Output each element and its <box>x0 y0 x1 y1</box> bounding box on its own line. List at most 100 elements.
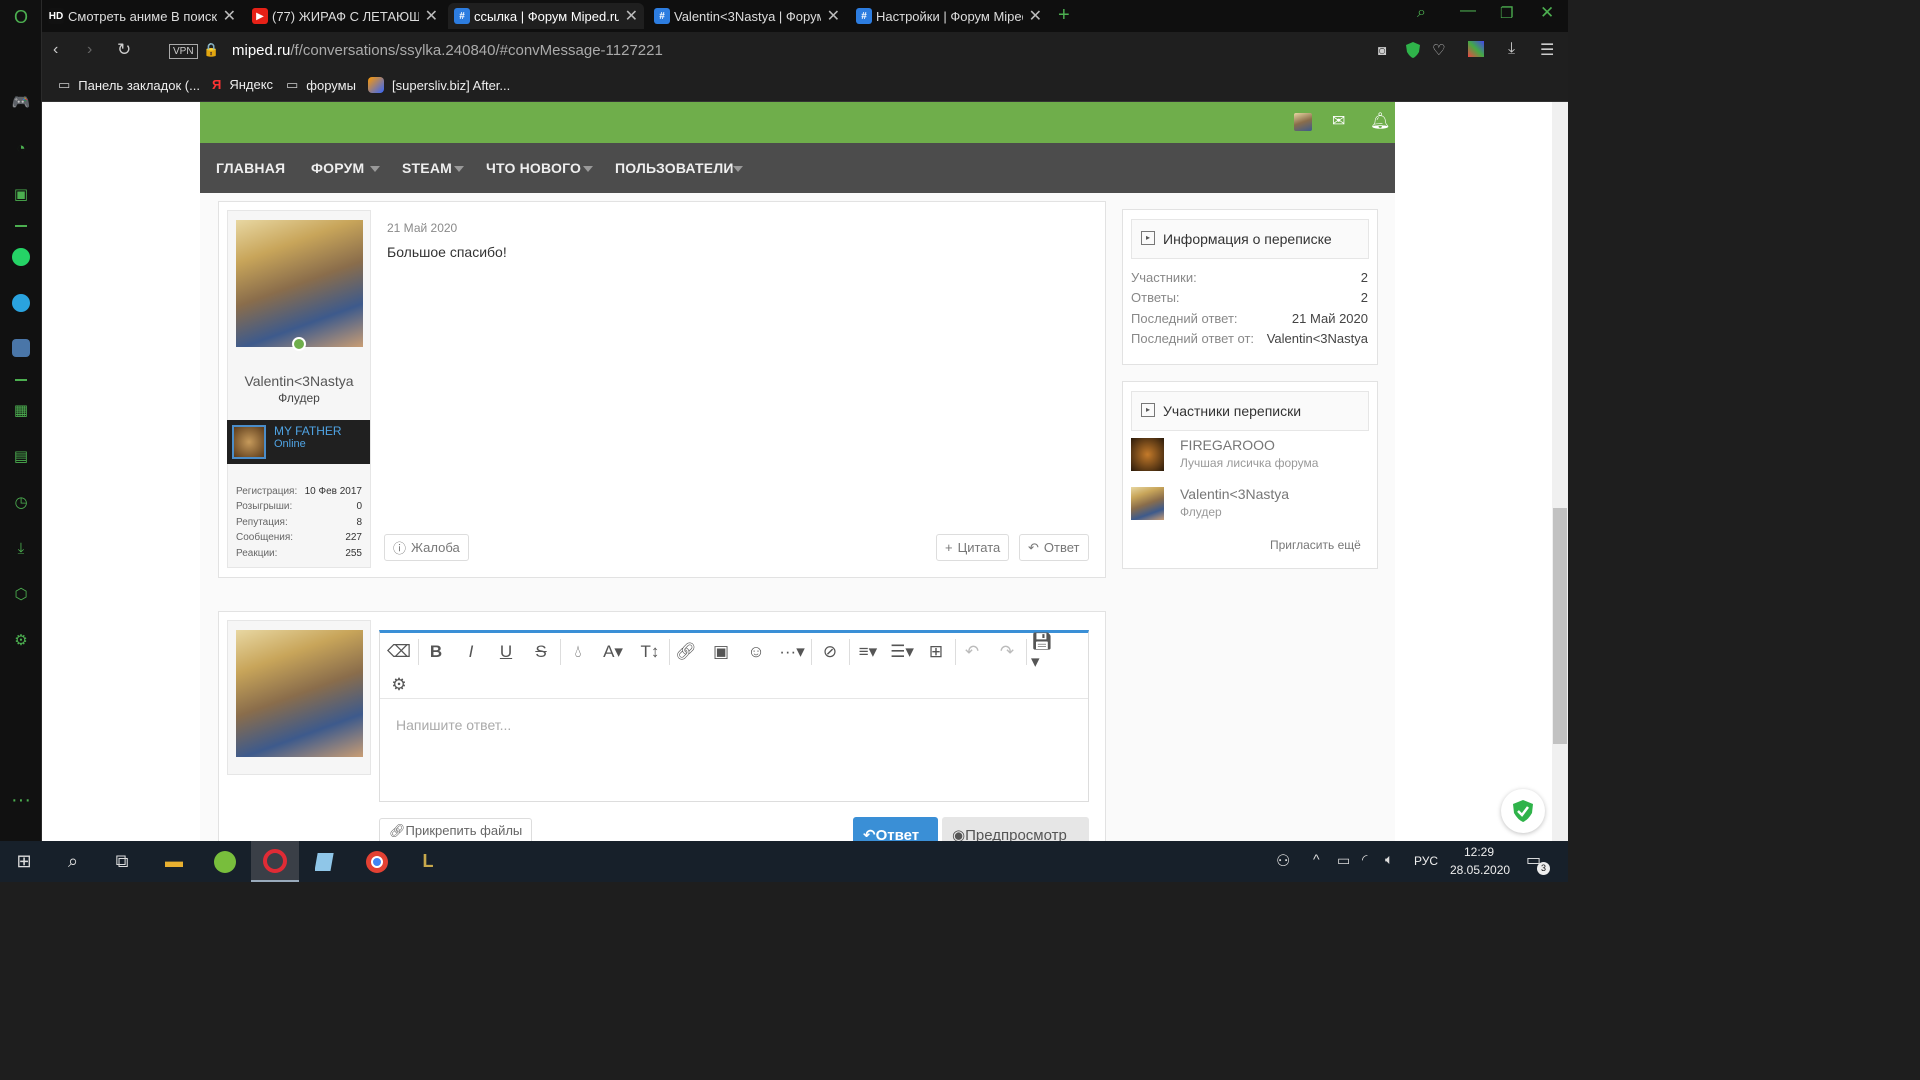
strikethrough-icon[interactable]: S <box>528 641 554 663</box>
bookmark-item[interactable]: ▭ Панель закладок (... <box>58 77 200 93</box>
chevron-down-icon[interactable] <box>733 166 743 172</box>
quote-button[interactable]: + Цитата <box>936 534 1010 561</box>
windows-start-icon[interactable]: ⊞ <box>0 841 48 882</box>
nav-members[interactable]: ПОЛЬЗОВАТЕЛИ <box>615 160 734 176</box>
message-date[interactable]: 21 Май 2020 <box>387 221 457 235</box>
bookmark-item[interactable]: [supersliv.biz] After... <box>368 77 510 93</box>
browser-tab[interactable]: # Valentin<3Nastya | Форум ✕ <box>648 3 846 29</box>
align-icon[interactable]: ≡▾ <box>853 641 883 663</box>
bookmark-item[interactable]: Я Яндекс <box>212 77 273 92</box>
participant-avatar[interactable] <box>1131 487 1164 520</box>
preview-button[interactable]: ◉Предпросмотр <box>942 817 1089 841</box>
news-icon[interactable]: ▤ <box>10 445 32 467</box>
bold-icon[interactable]: B <box>423 641 449 663</box>
close-tab-icon[interactable]: ✕ <box>625 6 638 26</box>
extensions-icon[interactable]: ⬡ <box>10 583 32 605</box>
scrollbar-thumb[interactable] <box>1553 508 1567 744</box>
whatsapp-icon[interactable] <box>10 246 32 268</box>
close-tab-icon[interactable]: ✕ <box>425 6 438 26</box>
reload-icon[interactable]: ↻ <box>117 40 131 60</box>
browser-tab-active[interactable]: # ссылка | Форум Miped.ru ✕ <box>448 3 644 29</box>
forward-icon[interactable]: › <box>87 41 92 59</box>
volume-icon[interactable]: 🔈︎ <box>1385 851 1393 868</box>
downloads-icon[interactable]: ⤓ <box>10 537 32 559</box>
history-icon[interactable]: ◷ <box>10 491 32 513</box>
vk-icon[interactable] <box>10 337 32 359</box>
restore-icon[interactable]: ❐ <box>1500 4 1513 22</box>
italic-icon[interactable]: I <box>458 641 484 663</box>
clock-date[interactable]: 28.05.2020 <box>1450 863 1510 877</box>
browser-tab[interactable]: ▶ (77) ЖИРАФ С ЛЕТАЮЩЕЙ ✕ <box>246 3 444 29</box>
nav-home[interactable]: ГЛАВНАЯ <box>216 160 285 176</box>
twitch-icon[interactable]: ▣ <box>10 183 32 205</box>
language-indicator[interactable]: РУС <box>1414 854 1438 868</box>
attach-files-button[interactable]: 🔗︎Прикрепить файлы <box>379 818 533 841</box>
people-icon[interactable]: ⚇ <box>1276 851 1290 871</box>
utorrent-icon[interactable] <box>201 841 249 882</box>
smiley-icon[interactable]: ☺ <box>743 641 769 663</box>
eraser-icon[interactable]: ⌫ <box>386 641 412 663</box>
user-avatar[interactable] <box>236 630 363 757</box>
file-explorer-icon[interactable]: ▬ <box>150 841 198 882</box>
image-icon[interactable]: ▣ <box>708 641 734 663</box>
search-tabs-icon[interactable]: ⌕ <box>1417 4 1426 22</box>
browser-tab[interactable]: # Настройки | Форум Miped ✕ <box>850 3 1048 29</box>
close-tab-icon[interactable]: ✕ <box>1029 6 1042 26</box>
speed-dial-icon[interactable]: ▦ <box>10 399 32 421</box>
redo-icon[interactable]: ↷ <box>994 641 1020 663</box>
report-button[interactable]: ⓘ Жалоба <box>384 534 469 561</box>
invite-link[interactable]: Пригласить ещё <box>1270 538 1361 552</box>
new-tab-icon[interactable]: + <box>1058 4 1070 27</box>
chrome-icon[interactable] <box>353 841 401 882</box>
clock-time[interactable]: 12:29 <box>1450 845 1508 859</box>
close-tab-icon[interactable]: ✕ <box>223 6 236 26</box>
wifi-icon[interactable]: ◜ <box>1362 851 1367 868</box>
league-of-legends-icon[interactable]: L <box>404 841 452 882</box>
close-tab-icon[interactable]: ✕ <box>827 6 840 26</box>
font-size-icon[interactable]: T↕ <box>635 641 665 663</box>
undo-icon[interactable]: ↶ <box>959 641 985 663</box>
bell-icon[interactable]: 🔔︎ <box>1370 111 1390 131</box>
user-avatar[interactable] <box>236 220 363 347</box>
heart-icon[interactable]: ♡ <box>1432 41 1445 59</box>
extension-icon[interactable] <box>1468 41 1484 57</box>
app-icon[interactable] <box>302 841 350 882</box>
close-window-icon[interactable]: ✕ <box>1540 3 1554 23</box>
message-author[interactable]: Valentin<3Nastya <box>228 373 370 389</box>
menu-icon[interactable]: ☰ <box>1540 40 1554 60</box>
chevron-down-icon[interactable] <box>454 166 464 172</box>
telegram-icon[interactable] <box>10 292 32 314</box>
vpn-badge[interactable]: VPN <box>169 44 198 59</box>
participant-avatar[interactable] <box>1131 438 1164 471</box>
bookmark-item[interactable]: ▭ форумы <box>286 77 356 93</box>
lock-icon[interactable]: 🔒 <box>203 42 219 58</box>
opera-taskbar-icon[interactable] <box>251 841 299 882</box>
user-avatar-small[interactable] <box>1294 113 1312 131</box>
search-icon[interactable]: ⌕ <box>49 841 97 882</box>
chevron-down-icon[interactable] <box>583 166 593 172</box>
adblock-float-icon[interactable] <box>1501 789 1545 833</box>
underline-icon[interactable]: U <box>493 641 519 663</box>
text-color-icon[interactable]: 💧︎ <box>565 641 591 663</box>
chevron-down-icon[interactable] <box>370 166 380 172</box>
url-field[interactable]: miped.ru/f/conversations/ssylka.240840/#… <box>232 42 663 59</box>
speedometer-icon[interactable]: ◔ <box>10 137 32 159</box>
hide-content-icon[interactable]: ⊘ <box>815 641 845 663</box>
inbox-icon[interactable]: ✉ <box>1332 111 1345 131</box>
font-family-icon[interactable]: A▾ <box>600 641 626 663</box>
nav-whats-new[interactable]: ЧТО НОВОГО <box>486 160 581 176</box>
settings-icon[interactable]: ⚙ <box>10 629 32 651</box>
table-icon[interactable]: ⊞ <box>923 641 949 663</box>
browser-tab[interactable]: HD Смотреть аниме В поиска ✕ <box>42 3 242 29</box>
expand-icon[interactable]: ▸ <box>1141 403 1155 417</box>
opera-logo-icon[interactable]: O <box>10 6 32 28</box>
submit-reply-button[interactable]: ↶Ответ <box>853 817 938 841</box>
nav-forum[interactable]: ФОРУМ <box>311 160 364 176</box>
save-draft-icon[interactable]: 💾︎▾ <box>1031 632 1061 671</box>
battery-icon[interactable]: ▭ <box>1337 852 1350 869</box>
download-icon[interactable]: ⤓ <box>1508 40 1515 58</box>
gamepad-icon[interactable]: 🎮 <box>10 91 32 113</box>
link-icon[interactable]: 🔗︎ <box>673 641 699 663</box>
expand-icon[interactable]: ▸ <box>1141 231 1155 245</box>
participant-name[interactable]: FIREGAROOO <box>1180 437 1275 453</box>
